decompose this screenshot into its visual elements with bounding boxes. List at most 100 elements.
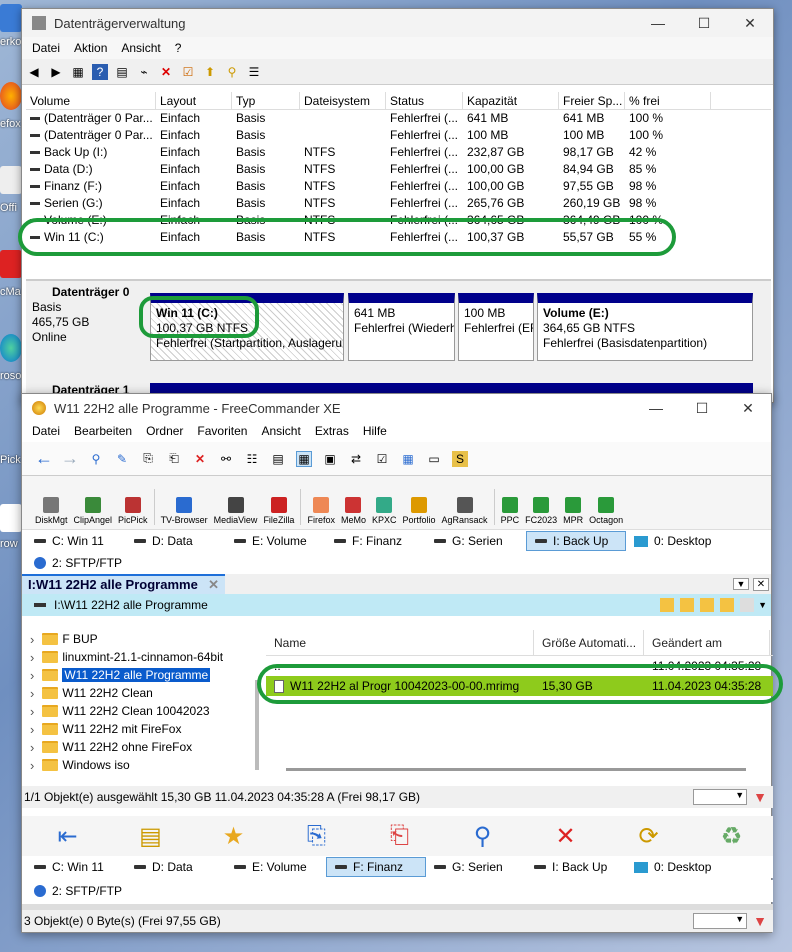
fc-move-icon[interactable]: ⎗ [166, 451, 182, 467]
fc-edit-icon[interactable]: ✎ [114, 451, 130, 467]
filter-icon-top[interactable]: ▼ [753, 789, 767, 805]
view-icon[interactable]: ▤ [114, 64, 130, 80]
filter-dropdown-top[interactable]: ▼ [693, 789, 748, 805]
properties-icon[interactable]: ▦ [70, 64, 86, 80]
history-icon[interactable] [660, 598, 675, 612]
chevron-right-icon[interactable]: › [30, 722, 34, 737]
tool-diskmgt[interactable]: DiskMgt [32, 497, 71, 525]
chevron-right-icon[interactable]: › [30, 758, 34, 773]
fc-copy-icon[interactable]: ⎘ [140, 451, 156, 467]
drive-g[interactable]: G: Serien [426, 531, 526, 551]
list-icon[interactable]: ☰ [246, 64, 262, 80]
folder-options-icon[interactable] [740, 598, 755, 612]
delete-button[interactable]: ✕ [524, 822, 607, 851]
fc-menu-favoriten[interactable]: Favoriten [197, 424, 247, 438]
col-freier[interactable]: Freier Sp... [559, 92, 625, 109]
firefox-desktop-icon[interactable] [0, 82, 22, 110]
fc-search-icon[interactable]: ⚲ [88, 451, 104, 467]
tool-ppc[interactable]: PPC [498, 497, 523, 525]
fc-minimize-button[interactable]: — [633, 400, 679, 416]
col-layout[interactable]: Layout [156, 92, 232, 109]
path-dropdown-icon[interactable]: ▼ [758, 600, 767, 610]
fc-close-button[interactable]: ✕ [725, 400, 771, 417]
desktop-icon-7[interactable] [0, 504, 22, 532]
menu-datei[interactable]: Datei [32, 41, 60, 55]
fc-back-icon[interactable]: ← [35, 448, 53, 468]
fc-forward-icon[interactable]: → [61, 448, 79, 468]
tree-item[interactable]: › W11 22H2 alle Programme [22, 666, 262, 684]
tree-item[interactable]: › Windows iso [22, 756, 262, 774]
forward-arrow-icon[interactable]: ▶ [48, 64, 64, 80]
drive-f[interactable]: F: Finanz [326, 857, 426, 877]
menu-ansicht[interactable]: Ansicht [121, 41, 160, 55]
connect-icon[interactable]: ⌁ [136, 64, 152, 80]
tool-clipangel[interactable]: ClipAngel [71, 497, 116, 525]
fc-titlebar[interactable]: W11 22H2 alle Programme - FreeCommander … [22, 394, 771, 422]
fc-menu-extras[interactable]: Extras [315, 424, 349, 438]
close-button[interactable]: ✕ [727, 15, 773, 32]
volume-row[interactable]: Data (D:) Einfach Basis NTFS Fehlerfrei (...… [26, 161, 771, 178]
volume-row[interactable]: (Datenträger 0 Par... Einfach Basis Fehlerf… [26, 110, 771, 127]
tree-item[interactable]: › linuxmint-21.1-cinnamon-64bit [22, 648, 262, 666]
partition-recovery[interactable]: 641 MB Fehlerfrei (Wiederherstellungspar… [348, 293, 455, 361]
drive-0[interactable]: 0: Desktop [626, 531, 726, 551]
recycle-bin-button[interactable]: ♻ [690, 822, 773, 851]
tool-mediaview[interactable]: MediaView [211, 497, 261, 525]
filter-dropdown-bottom[interactable]: ▼ [693, 913, 748, 929]
tool-tv-browser[interactable]: TV-Browser [158, 497, 211, 525]
folder-settings-button[interactable]: ▤ [109, 822, 192, 851]
chevron-right-icon[interactable]: › [30, 704, 34, 719]
up-folder-icon[interactable] [700, 598, 715, 612]
tool-mpr[interactable]: MPR [560, 497, 586, 525]
maximize-button[interactable]: ☐ [681, 15, 727, 32]
desktop-icon-1[interactable] [0, 4, 22, 32]
tool-picpick[interactable]: PicPick [115, 497, 151, 525]
drive-i[interactable]: I: Back Up [526, 531, 626, 551]
split-view-button[interactable]: ⇤ [26, 822, 109, 851]
col-typ[interactable]: Typ [232, 92, 300, 109]
fc-script-icon[interactable]: S [452, 450, 468, 467]
fc-menu-hilfe[interactable]: Hilfe [363, 424, 387, 438]
tree-item[interactable]: › W11 22H2 Clean 10042023 [22, 702, 262, 720]
fc-menu-bearbeiten[interactable]: Bearbeiten [74, 424, 132, 438]
copy-button[interactable]: ⎘ [275, 822, 358, 850]
fc-sync-icon[interactable]: ⇄ [348, 451, 364, 467]
root-folder-icon[interactable] [720, 598, 735, 612]
tool-fc2023[interactable]: FC2023 [522, 497, 560, 525]
tab-panel-close-icon[interactable]: ✕ [753, 577, 769, 591]
check-icon[interactable]: ☑ [180, 64, 196, 80]
edge-desktop-icon[interactable] [0, 334, 22, 362]
fc-list-icon[interactable]: ▦ [296, 450, 312, 467]
fc-maximize-button[interactable]: ☐ [679, 400, 725, 417]
help-icon[interactable]: ? [92, 63, 108, 80]
office-desktop-icon[interactable] [0, 166, 22, 194]
col-volume[interactable]: Volume [26, 92, 156, 109]
tab-dropdown-icon[interactable]: ▼ [733, 578, 749, 590]
fc-menu-datei[interactable]: Datei [32, 424, 60, 438]
col-prozent[interactable]: % frei [625, 92, 711, 109]
disk0-info[interactable]: Datenträger 0 Basis 465,75 GB Online [32, 285, 129, 345]
tool-kpxc[interactable]: KPXC [369, 497, 400, 525]
chevron-right-icon[interactable]: › [30, 668, 34, 683]
drive-e[interactable]: E: Volume [226, 857, 326, 877]
file-row-parent[interactable]: .. 11.04.2023 04:35:28 [266, 656, 773, 676]
tree-item[interactable]: › W11 22H2 mit FireFox [22, 720, 262, 738]
gmail-desktop-icon[interactable] [0, 250, 22, 278]
fc-checklist-icon[interactable]: ☑ [374, 451, 390, 467]
fc-binoculars-icon[interactable]: ⚯ [218, 451, 234, 467]
fc-details-icon[interactable]: ▤ [270, 451, 286, 467]
drive-0[interactable]: 0: Desktop [626, 857, 726, 877]
volume-row[interactable]: Volume (E:) Einfach Basis NTFS Fehlerfrei (.… [26, 212, 771, 229]
search-button[interactable]: ⚲ [441, 822, 524, 851]
move-button[interactable]: ⎗ [358, 822, 441, 850]
col-status[interactable]: Status [386, 92, 463, 109]
file-list-hscrollbar[interactable] [286, 768, 746, 771]
tree-item[interactable]: › W11 22H2 Clean [22, 684, 262, 702]
volume-row[interactable]: Win 11 (C:) Einfach Basis NTFS Fehlerfrei (.… [26, 229, 771, 246]
menu-aktion[interactable]: Aktion [74, 41, 107, 55]
tree-scrollbar[interactable] [255, 680, 259, 770]
tool-memo[interactable]: MeMo [338, 497, 369, 525]
tool-agransack[interactable]: AgRansack [439, 497, 491, 525]
delete-icon[interactable]: ✕ [158, 64, 174, 80]
col-size[interactable]: Größe Automati... [534, 629, 644, 656]
